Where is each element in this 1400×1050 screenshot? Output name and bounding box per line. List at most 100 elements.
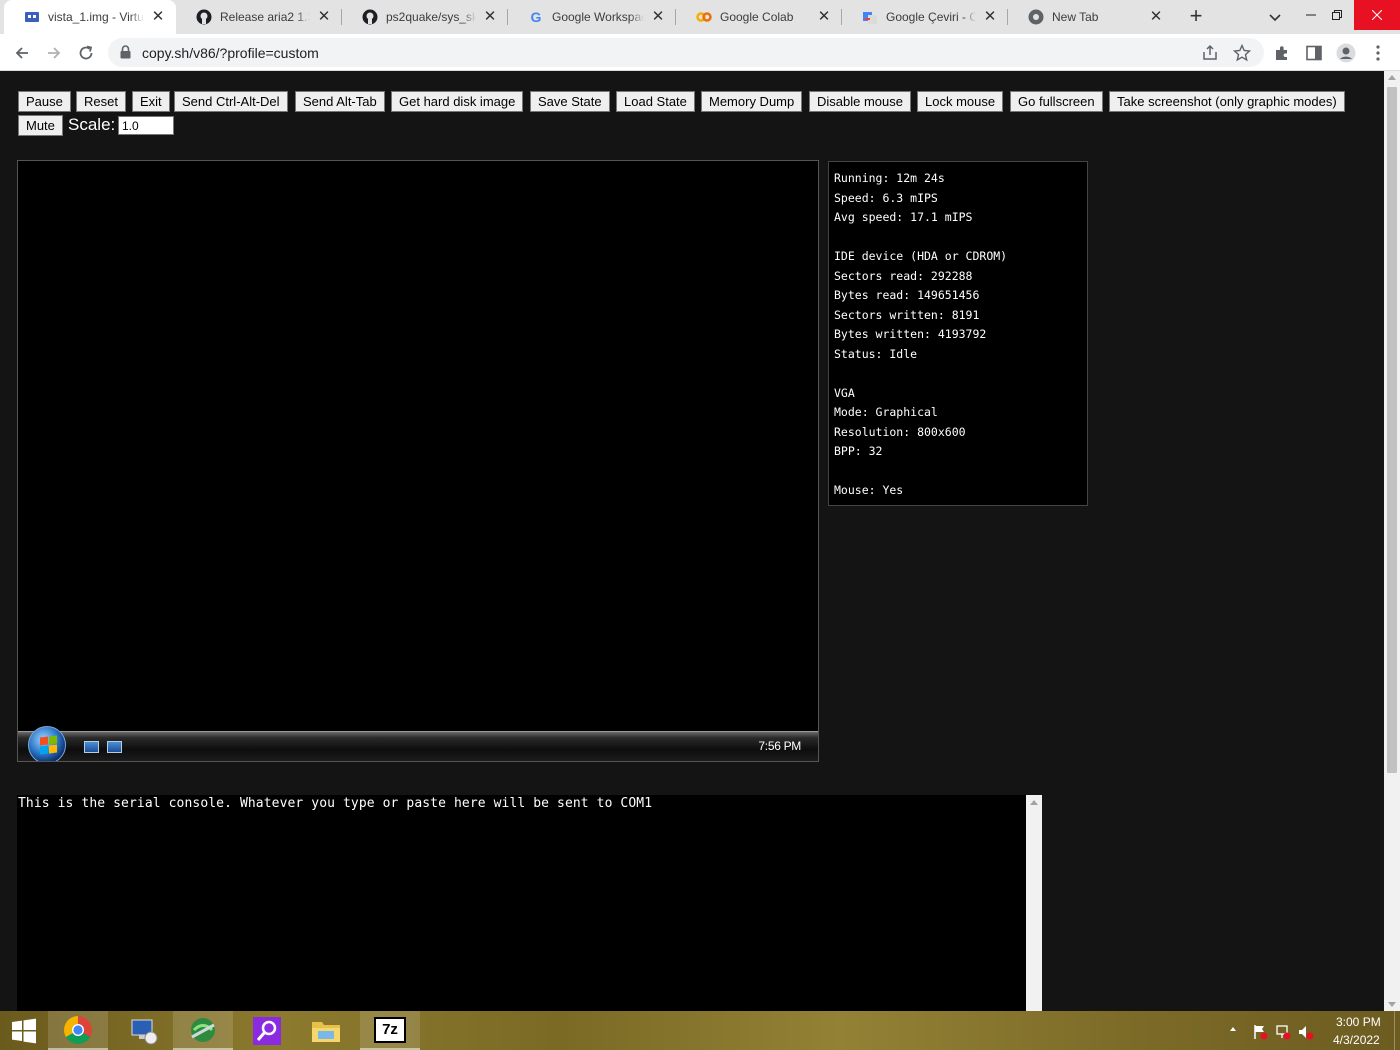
taskbar-globe-app[interactable] [173, 1011, 233, 1050]
stat-speed: Speed: 6.3 mIPS [834, 190, 938, 205]
stat-resolution: Resolution: 800x600 [834, 424, 966, 439]
stat-bytes-written: Bytes written: 4193792 [834, 327, 987, 341]
send-alt-tab-button[interactable]: Send Alt-Tab [295, 91, 385, 112]
volume-muted-icon[interactable] [1298, 1024, 1314, 1040]
tab-vista[interactable]: vista_1.img - Virtual x86 ✕ [4, 0, 176, 34]
scroll-down-icon[interactable] [1388, 1002, 1396, 1007]
tab-label: Release aria2 1.36.0 [220, 10, 310, 24]
taskbar-vm-app[interactable] [114, 1011, 174, 1050]
send-ctrl-alt-del-button[interactable]: Send Ctrl-Alt-Del [174, 91, 288, 112]
7zip-label: 7z [382, 1021, 398, 1038]
vm-show-desktop-icon[interactable] [84, 741, 99, 753]
vm-screen[interactable]: 7:56 PM [17, 160, 819, 762]
v86-page: Pause Reset Exit Send Ctrl-Alt-Del Send … [0, 71, 1384, 1011]
address-bar[interactable]: copy.sh/v86/?profile=custom [108, 38, 1264, 67]
go-fullscreen-button[interactable]: Go fullscreen [1010, 91, 1103, 112]
tab-label: Google Workspace [552, 10, 644, 24]
stats-panel: Running: 12m 24s Speed: 6.3 mIPS Avg spe… [828, 161, 1088, 506]
stat-sectors-read: Sectors read: 292288 [834, 268, 973, 283]
pause-button[interactable]: Pause [18, 91, 71, 112]
extensions-puzzle-icon[interactable] [1272, 43, 1292, 63]
menu-kebab-icon[interactable] [1368, 43, 1388, 63]
share-icon[interactable] [1200, 43, 1220, 63]
vm-clock: 7:56 PM [758, 739, 801, 753]
take-screenshot-button[interactable]: Take screenshot (only graphic modes) [1109, 91, 1345, 112]
show-desktop-button[interactable] [1394, 1011, 1400, 1050]
mute-button[interactable]: Mute [18, 115, 63, 136]
chrome-icon [64, 1015, 92, 1044]
load-state-button[interactable]: Load State [616, 91, 695, 112]
scale-input[interactable] [118, 116, 174, 135]
lock-mouse-button[interactable]: Lock mouse [917, 91, 1004, 112]
github-icon [362, 9, 378, 25]
stat-vga-title: VGA [834, 385, 855, 400]
browser-toolbar: copy.sh/v86/?profile=custom [0, 34, 1400, 71]
vm-icon [131, 1019, 158, 1044]
tab-search-chevron-icon[interactable] [1266, 8, 1284, 26]
exit-button[interactable]: Exit [132, 91, 170, 112]
tab-label: New Tab [1052, 10, 1099, 24]
disable-mouse-button[interactable]: Disable mouse [809, 91, 911, 112]
translate-icon [862, 9, 878, 25]
file-explorer-icon [312, 1021, 340, 1042]
chrome-icon [1028, 9, 1044, 25]
windows-start-icon[interactable] [0, 1011, 48, 1050]
forward-arrow-icon[interactable] [42, 41, 66, 65]
tab-new-tab[interactable]: New Tab ✕ [1008, 0, 1174, 34]
stat-mode: Mode: Graphical [834, 405, 938, 419]
scroll-thumb[interactable] [1387, 87, 1397, 773]
taskbar-file-explorer-app[interactable] [296, 1011, 356, 1050]
taskbar-chrome-app[interactable] [48, 1011, 108, 1050]
stat-mouse: Mouse: Yes [834, 483, 904, 497]
vm-start-orb-icon[interactable] [28, 726, 66, 761]
tab-google-translate[interactable]: Google Çeviri - Chrome ✕ [842, 0, 1008, 34]
close-icon[interactable]: ✕ [982, 9, 998, 25]
vm-switch-windows-icon[interactable] [107, 741, 122, 753]
tab-aria2[interactable]: Release aria2 1.36.0 ✕ [176, 0, 342, 34]
action-center-flag-icon[interactable] [1252, 1024, 1268, 1040]
window-close-icon[interactable] [1354, 0, 1400, 30]
get-hard-disk-image-button[interactable]: Get hard disk image [391, 91, 524, 112]
stat-running: Running: 12m 24s [834, 171, 945, 185]
globe-icon [191, 1017, 215, 1042]
windows-taskbar: 7z 3:00 PM 4/3/2022 [0, 1011, 1400, 1050]
taskbar-clock-date[interactable]: 4/3/2022 [1333, 1033, 1380, 1047]
close-icon[interactable]: ✕ [316, 9, 332, 25]
taskbar-search-app[interactable] [237, 1011, 297, 1050]
close-icon[interactable]: ✕ [1148, 9, 1164, 25]
taskbar-clock-time[interactable]: 3:00 PM [1336, 1015, 1381, 1029]
taskbar-7zip-app[interactable]: 7z [360, 1011, 420, 1050]
scroll-up-icon[interactable] [1388, 75, 1396, 80]
new-tab-plus-icon[interactable]: + [1184, 5, 1208, 28]
network-icon[interactable] [1275, 1024, 1291, 1040]
close-icon[interactable]: ✕ [150, 9, 166, 25]
url-text: copy.sh/v86/?profile=custom [142, 45, 319, 61]
lock-icon[interactable] [120, 45, 131, 64]
serial-console[interactable]: This is the serial console. Whatever you… [17, 795, 1042, 1011]
colab-icon [696, 9, 712, 25]
close-icon[interactable]: ✕ [650, 9, 666, 25]
save-state-button[interactable]: Save State [530, 91, 610, 112]
profile-avatar-icon[interactable] [1336, 43, 1356, 63]
close-icon[interactable]: ✕ [816, 9, 832, 25]
back-arrow-icon[interactable] [10, 41, 34, 65]
serial-console-text: This is the serial console. Whatever you… [18, 796, 653, 811]
v86-icon [24, 9, 40, 25]
tray-expand-chevron-icon[interactable] [1228, 1024, 1242, 1038]
page-scrollbar[interactable] [1384, 71, 1400, 1011]
tab-google-colab[interactable]: Google Colab ✕ [676, 0, 842, 34]
tab-google-workspace[interactable]: G Google Workspace ✕ [508, 0, 676, 34]
memory-dump-button[interactable]: Memory Dump [701, 91, 803, 112]
stat-sectors-written: Sectors written: 8191 [834, 307, 980, 322]
tab-ps2quake[interactable]: ps2quake/sys_sky.c ✕ [342, 0, 508, 34]
search-app-icon [253, 1016, 281, 1045]
scale-label: Scale: [68, 115, 116, 134]
reload-icon[interactable] [74, 41, 98, 65]
serial-scrollbar[interactable] [1026, 795, 1042, 1011]
bookmark-star-icon[interactable] [1232, 43, 1252, 63]
reset-button[interactable]: Reset [76, 91, 126, 112]
tab-label: Google Colab [720, 10, 794, 24]
github-icon [196, 9, 212, 25]
close-icon[interactable]: ✕ [482, 9, 498, 25]
side-panel-icon[interactable] [1304, 43, 1324, 63]
